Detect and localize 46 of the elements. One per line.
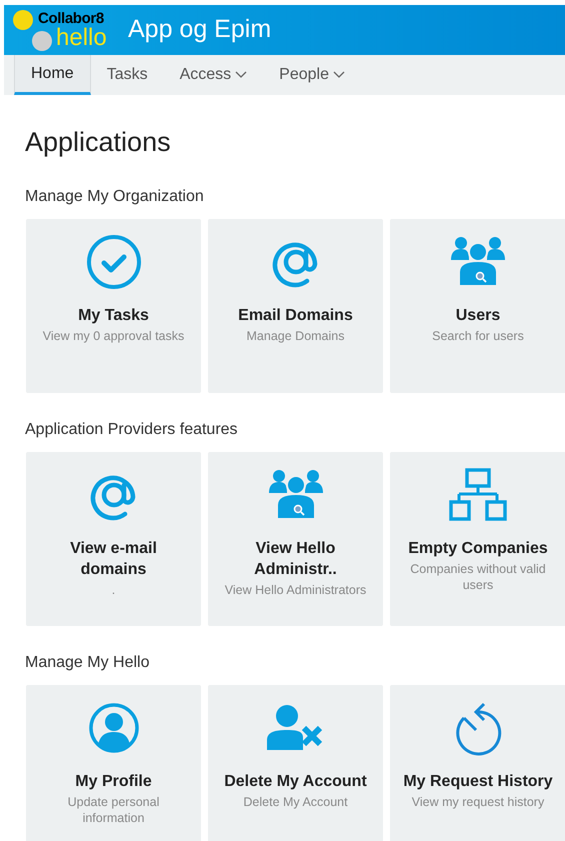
tile-title: Users bbox=[456, 306, 500, 326]
app-tile[interactable]: My Profile Update personal information bbox=[26, 684, 201, 841]
tile-description: Manage Domains bbox=[246, 328, 344, 344]
tile-title: Empty Companies bbox=[408, 538, 548, 558]
app-tile[interactable]: Delete My Account Delete My Account bbox=[208, 684, 383, 841]
logo-wordmark: Collabor8 bbox=[38, 11, 104, 26]
nav-tab[interactable]: Tasks bbox=[90, 55, 164, 95]
app-tile[interactable]: My Tasks View my 0 approval tasks bbox=[26, 218, 201, 392]
users-search-icon bbox=[268, 468, 324, 520]
tile-description: Update personal information bbox=[68, 794, 160, 826]
app-tile[interactable]: View e-mail domains . bbox=[26, 452, 201, 626]
app-tile[interactable]: Email Domains Manage Domains bbox=[208, 218, 383, 392]
nav-tab[interactable]: Access bbox=[164, 55, 264, 95]
tile-title: View Hello Administr.. bbox=[254, 538, 337, 580]
tile-description: View Hello Administrators bbox=[224, 582, 366, 598]
org-chart-icon bbox=[449, 468, 507, 522]
logo-tagline: hello bbox=[56, 26, 107, 50]
app-tile[interactable]: View Hello Administr.. View Hello Administrators bbox=[208, 452, 383, 626]
chevron-down-icon bbox=[235, 71, 248, 79]
tile-description: Search for users bbox=[432, 328, 524, 344]
tile-title: My Request History bbox=[403, 772, 553, 792]
app-tile[interactable]: Users Search for users bbox=[390, 218, 565, 392]
app-tile[interactable]: Empty Companies Companies without valid users bbox=[390, 452, 565, 626]
tile-description: View my 0 approval tasks bbox=[42, 328, 184, 344]
section-heading: Application Providers features bbox=[25, 420, 239, 440]
profile-icon bbox=[88, 702, 140, 754]
tile-description: View my request history bbox=[412, 794, 544, 810]
tile-title: My Tasks bbox=[78, 306, 149, 326]
check-circle-icon bbox=[86, 234, 142, 290]
tile-title: Email Domains bbox=[238, 306, 353, 326]
tile-title: My Profile bbox=[75, 772, 152, 792]
app-tile[interactable]: My Request History View my request history bbox=[390, 684, 565, 841]
app-logo[interactable]: Collabor8 hello bbox=[12, 7, 120, 53]
users-search-icon bbox=[450, 236, 506, 288]
nav-tab[interactable]: Home bbox=[14, 55, 91, 95]
tile-description: Companies without valid users bbox=[410, 560, 546, 592]
section-heading: Manage My Hello bbox=[25, 652, 150, 672]
nav-tab[interactable]: People bbox=[263, 55, 361, 95]
app-title: App og Epim bbox=[128, 14, 272, 46]
section-heading: Manage My Organization bbox=[25, 186, 205, 206]
tile-title: Delete My Account bbox=[224, 772, 367, 792]
tile-description: Delete My Account bbox=[243, 794, 348, 810]
tile-description: . bbox=[112, 582, 116, 598]
tile-title: View e-mail domains bbox=[70, 538, 157, 580]
chevron-down-icon bbox=[333, 71, 345, 79]
page-title: Applications bbox=[25, 126, 172, 159]
